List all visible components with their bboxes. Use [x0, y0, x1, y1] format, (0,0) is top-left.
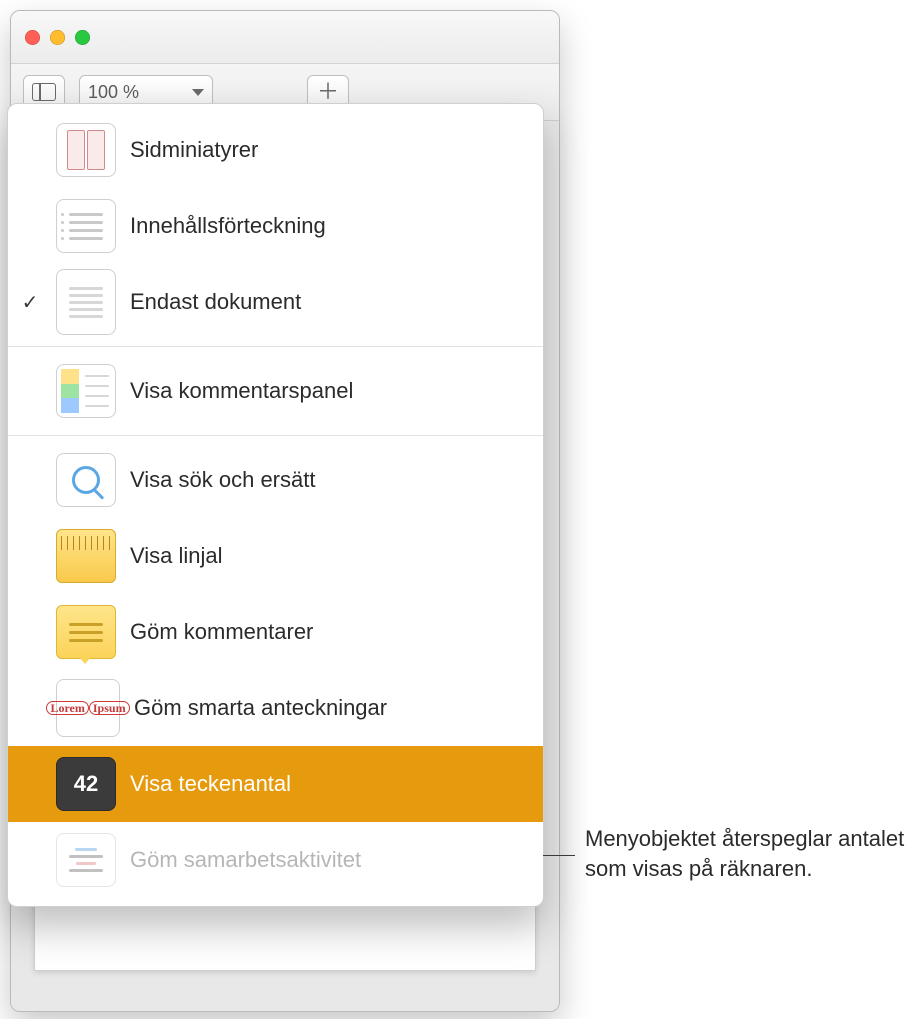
thumbnails-icon	[56, 123, 116, 177]
search-icon	[56, 453, 116, 507]
menu-item-find-replace[interactable]: Visa sök och ersätt	[8, 442, 543, 518]
window-close-button[interactable]	[25, 30, 40, 45]
ruler-icon	[56, 529, 116, 583]
window-minimize-button[interactable]	[50, 30, 65, 45]
view-menu: Sidminiatyrer Innehållsförteckning ✓ End…	[7, 103, 544, 907]
menu-item-label: Endast dokument	[130, 289, 529, 315]
callout-leader-line	[543, 855, 575, 856]
menu-item-hide-smart-annotations[interactable]: LoremIpsum Göm smarta anteckningar	[8, 670, 543, 746]
menu-item-label: Innehållsförteckning	[130, 213, 529, 239]
window-zoom-button[interactable]	[75, 30, 90, 45]
collab-icon	[56, 833, 116, 887]
menu-item-character-count[interactable]: 42 Visa teckenantal	[8, 746, 543, 822]
menu-item-thumbnails[interactable]: Sidminiatyrer	[8, 112, 543, 188]
titlebar	[11, 11, 559, 64]
zoom-value: 100 %	[88, 82, 139, 103]
lorem-icon: LoremIpsum	[56, 679, 120, 737]
chevron-down-icon	[192, 89, 204, 96]
menu-item-hide-comments[interactable]: Göm kommentarer	[8, 594, 543, 670]
menu-item-label: Visa kommentarspanel	[130, 378, 529, 404]
menu-item-ruler[interactable]: Visa linjal	[8, 518, 543, 594]
count-badge-value: 42	[74, 771, 98, 797]
plus-icon: ＋	[317, 81, 339, 103]
menu-item-toc[interactable]: Innehållsförteckning	[8, 188, 543, 264]
menu-item-label: Göm samarbetsaktivitet	[130, 847, 529, 873]
note-icon	[56, 605, 116, 659]
menu-item-document-only[interactable]: ✓ Endast dokument	[8, 264, 543, 340]
menu-item-label: Visa linjal	[130, 543, 529, 569]
menu-separator	[8, 346, 543, 347]
toc-icon	[56, 199, 116, 253]
checkmark-icon: ✓	[18, 290, 42, 315]
menu-item-comments-panel[interactable]: Visa kommentarspanel	[8, 353, 543, 429]
sidebar-icon	[32, 83, 56, 101]
comments-panel-icon	[56, 364, 116, 418]
callout-text: Menyobjektet återspeglar antalet som vis…	[585, 824, 915, 884]
menu-item-label: Göm kommentarer	[130, 619, 529, 645]
menu-item-label: Visa sök och ersätt	[130, 467, 529, 493]
count-icon: 42	[56, 757, 116, 811]
menu-separator	[8, 435, 543, 436]
menu-item-label: Göm smarta anteckningar	[134, 695, 529, 721]
menu-item-label: Sidminiatyrer	[130, 137, 529, 163]
menu-item-hide-collab-activity: Göm samarbetsaktivitet	[8, 822, 543, 898]
document-only-icon	[56, 269, 116, 335]
menu-item-label: Visa teckenantal	[130, 771, 529, 797]
